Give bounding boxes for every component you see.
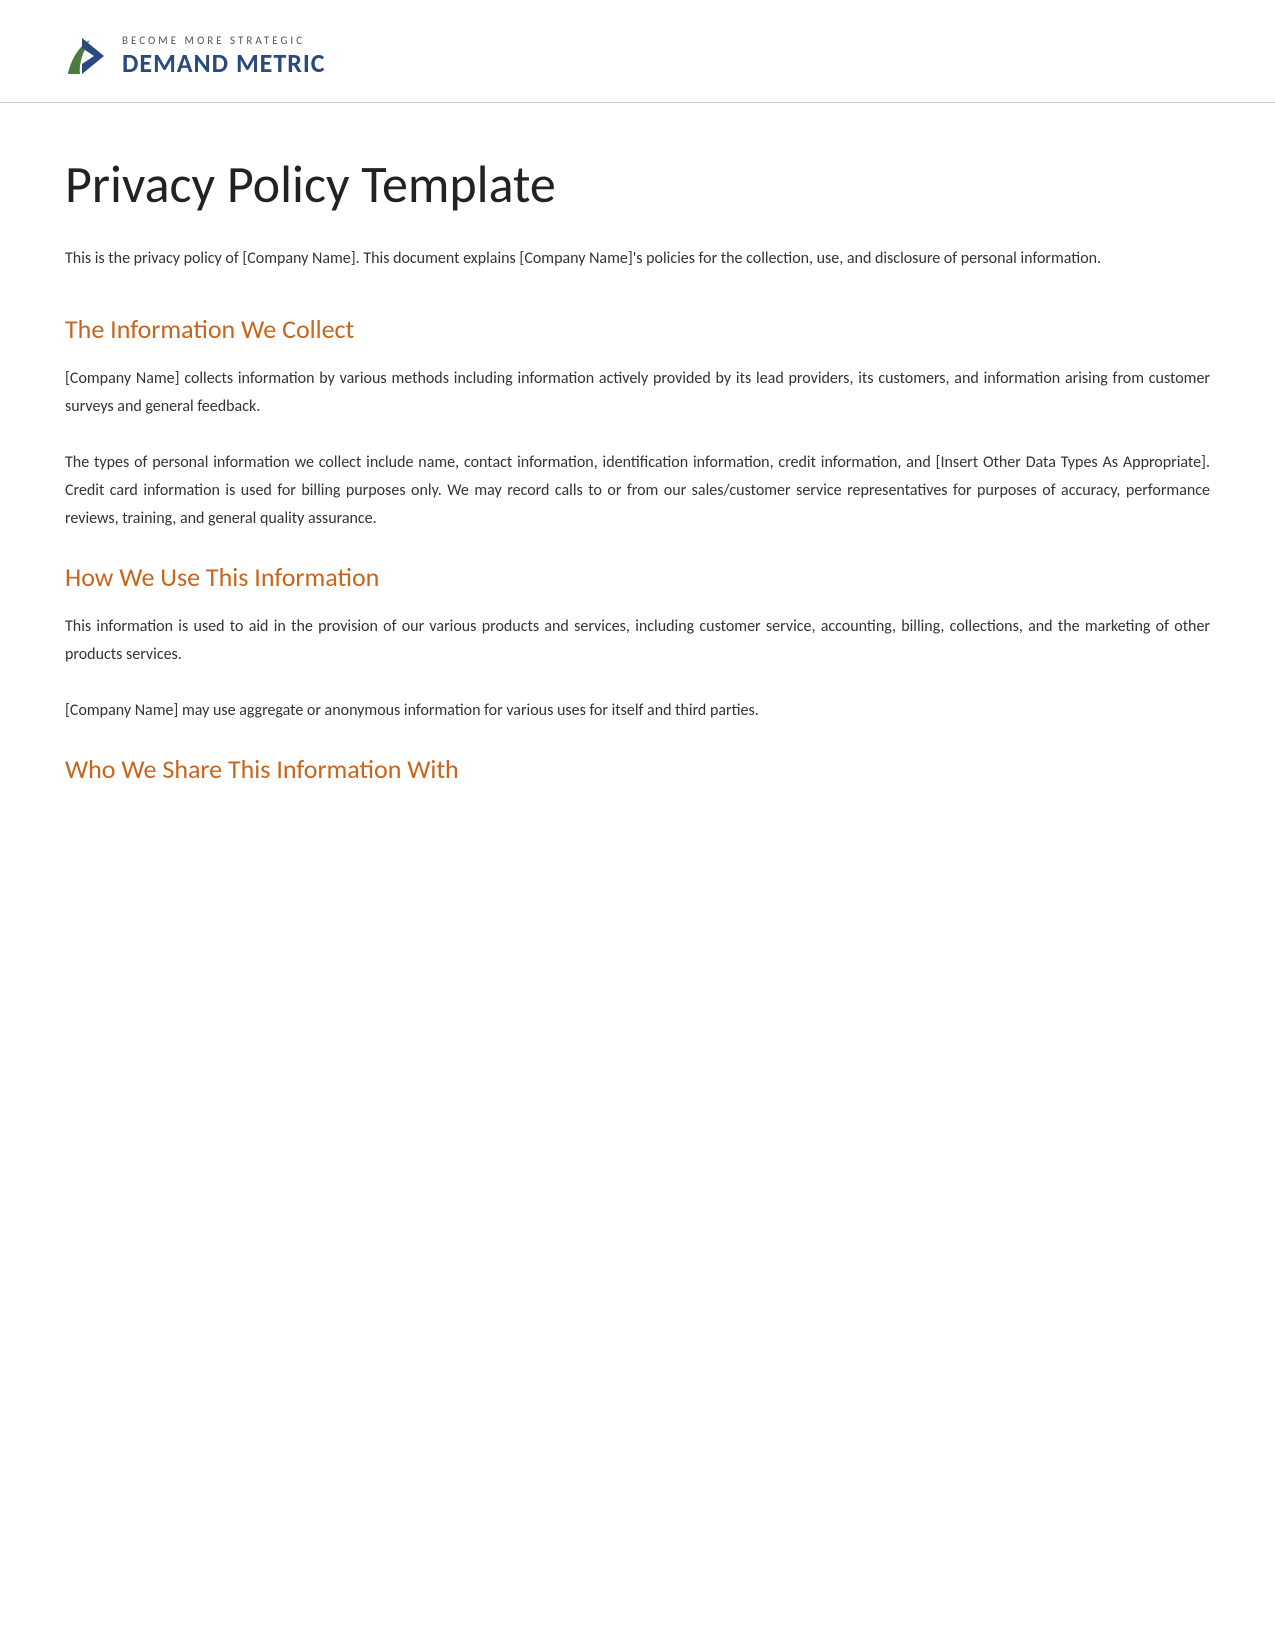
section-heading-use: How We Use This Information [65,561,1210,593]
section-collect: The Information We Collect [Company Name… [65,313,1210,533]
header: Become More Strategic Demand Metric [0,0,1275,103]
logo-tagline: Become More Strategic [122,34,326,47]
logo-icon [60,30,112,82]
logo-container: Become More Strategic Demand Metric [60,30,326,82]
page-container: Become More Strategic Demand Metric Priv… [0,0,1275,1650]
section-share: Who We Share This Information With [65,753,1210,785]
section-use-para-1: This information is used to aid in the p… [65,613,1210,669]
section-collect-para-2: The types of personal information we col… [65,449,1210,533]
intro-paragraph: This is the privacy policy of [Company N… [65,245,1210,272]
section-use: How We Use This Information This informa… [65,561,1210,725]
main-content: Privacy Policy Template This is the priv… [0,103,1275,865]
page-title: Privacy Policy Template [65,153,1210,215]
logo-text: Become More Strategic Demand Metric [122,34,326,79]
section-heading-collect: The Information We Collect [65,313,1210,345]
section-collect-para-1: [Company Name] collects information by v… [65,365,1210,421]
section-heading-share: Who We Share This Information With [65,753,1210,785]
section-use-para-2: [Company Name] may use aggregate or anon… [65,697,1210,725]
logo-brand: Demand Metric [122,47,326,79]
